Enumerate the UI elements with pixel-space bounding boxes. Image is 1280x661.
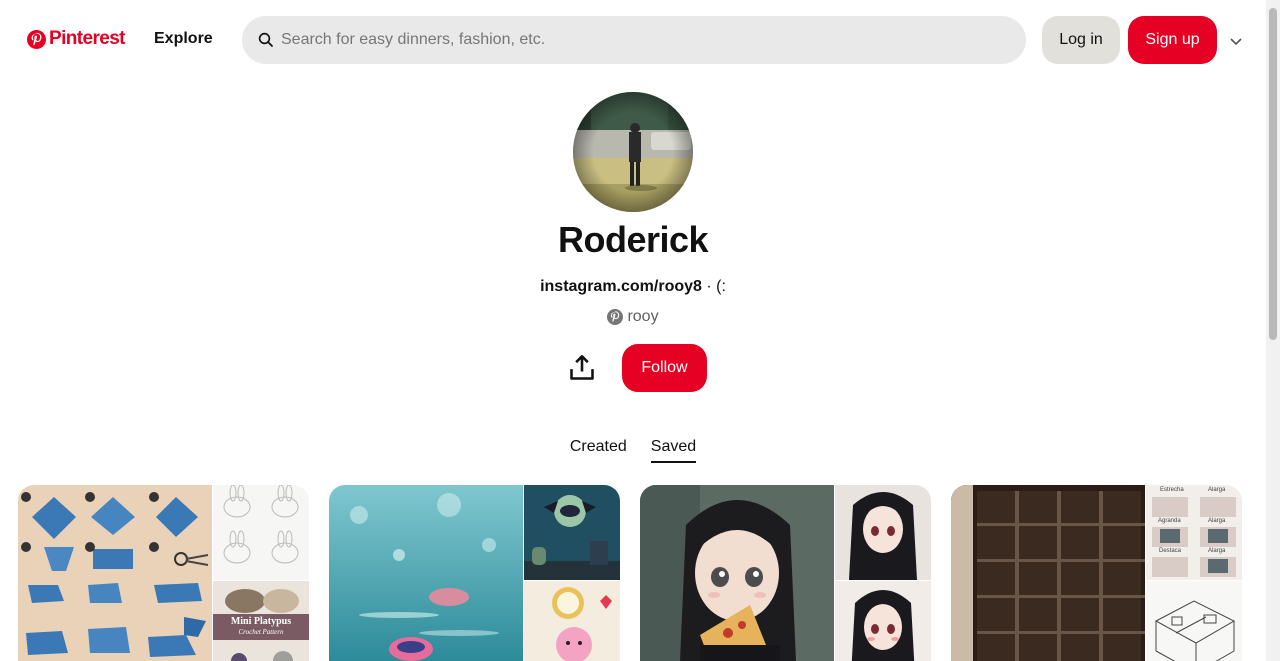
share-icon — [570, 355, 594, 380]
board-card[interactable]: Estrecha Alarga Agranda Alarga Destaca A… — [951, 485, 1242, 661]
header: Pinterest Explore Log in Sign up — [0, 0, 1266, 80]
chevron-down-icon[interactable] — [1228, 33, 1244, 49]
thumb-label: Alarga — [1208, 487, 1226, 493]
profile-bio: instagram.com/rooy8 · (: — [0, 278, 1266, 296]
scrollbar[interactable] — [1266, 0, 1280, 661]
thumb-label: Agranda — [1158, 518, 1181, 524]
thumb-label: Alarga — [1208, 548, 1226, 554]
tab-saved[interactable]: Saved — [650, 438, 697, 463]
thumb-label: Destaca — [1159, 548, 1182, 554]
handle-text: rooy — [627, 308, 659, 325]
board-thumb-image — [213, 485, 309, 580]
board-thumb-image — [835, 581, 931, 661]
board-thumb-image — [524, 581, 620, 661]
board-thumb-caption: Mini Platypus Crochet Pattern — [213, 614, 309, 640]
board-thumb-image — [835, 485, 931, 580]
profile-handle: rooy — [0, 308, 1266, 326]
board-cover-image — [640, 485, 834, 661]
avatar — [573, 92, 693, 212]
board-cover-image — [18, 485, 212, 661]
board-card[interactable] — [640, 485, 931, 661]
board-thumb-image — [524, 485, 620, 580]
signup-button[interactable]: Sign up — [1128, 16, 1217, 64]
search-bar[interactable] — [242, 16, 1026, 64]
tab-created[interactable]: Created — [570, 438, 627, 463]
logo-text: Pinterest — [49, 28, 126, 49]
scrollbar-thumb[interactable] — [1269, 8, 1277, 340]
pinterest-mini-icon — [607, 309, 624, 325]
board-card[interactable]: Mini Platypus Crochet Pattern — [18, 485, 309, 661]
board-card[interactable] — [329, 485, 620, 661]
explore-link[interactable]: Explore — [154, 30, 213, 48]
bio-link[interactable]: instagram.com/rooy8 — [540, 278, 702, 295]
bio-suffix: · (: — [701, 278, 726, 295]
thumb-label: Estrecha — [1160, 487, 1184, 493]
pinterest-logo[interactable]: Pinterest — [27, 28, 126, 50]
follow-button[interactable]: Follow — [622, 344, 707, 392]
board-thumb-image: Estrecha Alarga Agranda Alarga Destaca A… — [1146, 485, 1242, 580]
search-icon — [258, 32, 273, 47]
share-button[interactable] — [564, 350, 600, 386]
profile-tabs: Created Saved — [0, 438, 1266, 463]
profile-name: Roderick — [557, 219, 709, 260]
board-thumb-image — [1146, 581, 1242, 661]
search-input[interactable] — [281, 31, 981, 49]
pinterest-logo-icon — [27, 29, 46, 49]
login-button[interactable]: Log in — [1042, 16, 1120, 64]
board-thumb-image: Mini Platypus Crochet Pattern — [213, 581, 309, 661]
thumb-label: Alarga — [1208, 518, 1226, 524]
board-cover-image — [951, 485, 1145, 661]
board-cover-image — [329, 485, 523, 661]
